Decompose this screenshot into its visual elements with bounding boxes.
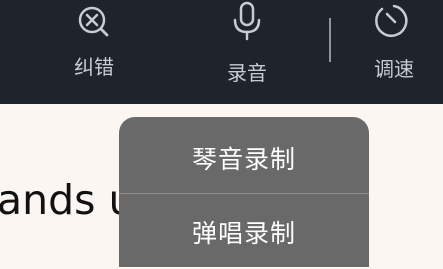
record-label: 录音 <box>227 61 267 85</box>
toolbar-divider <box>329 18 331 62</box>
top-toolbar: 纠错 录音 调速 <box>0 0 443 104</box>
proofread-button[interactable]: 纠错 <box>72 0 116 79</box>
speed-label: 调速 <box>374 57 414 81</box>
menu-item-sing-record[interactable]: 弹唱录制 <box>119 195 369 269</box>
menu-item-piano-record[interactable]: 琴音录制 <box>119 121 369 195</box>
proofread-label: 纠错 <box>74 55 114 79</box>
speed-dial-icon <box>372 0 416 44</box>
menu-divider <box>119 193 369 194</box>
record-button[interactable]: 录音 <box>225 0 269 85</box>
speed-button[interactable]: 调速 <box>372 0 416 81</box>
search-x-icon <box>72 0 116 44</box>
record-mode-menu: 琴音录制 弹唱录制 <box>119 117 369 267</box>
microphone-icon <box>225 0 269 44</box>
